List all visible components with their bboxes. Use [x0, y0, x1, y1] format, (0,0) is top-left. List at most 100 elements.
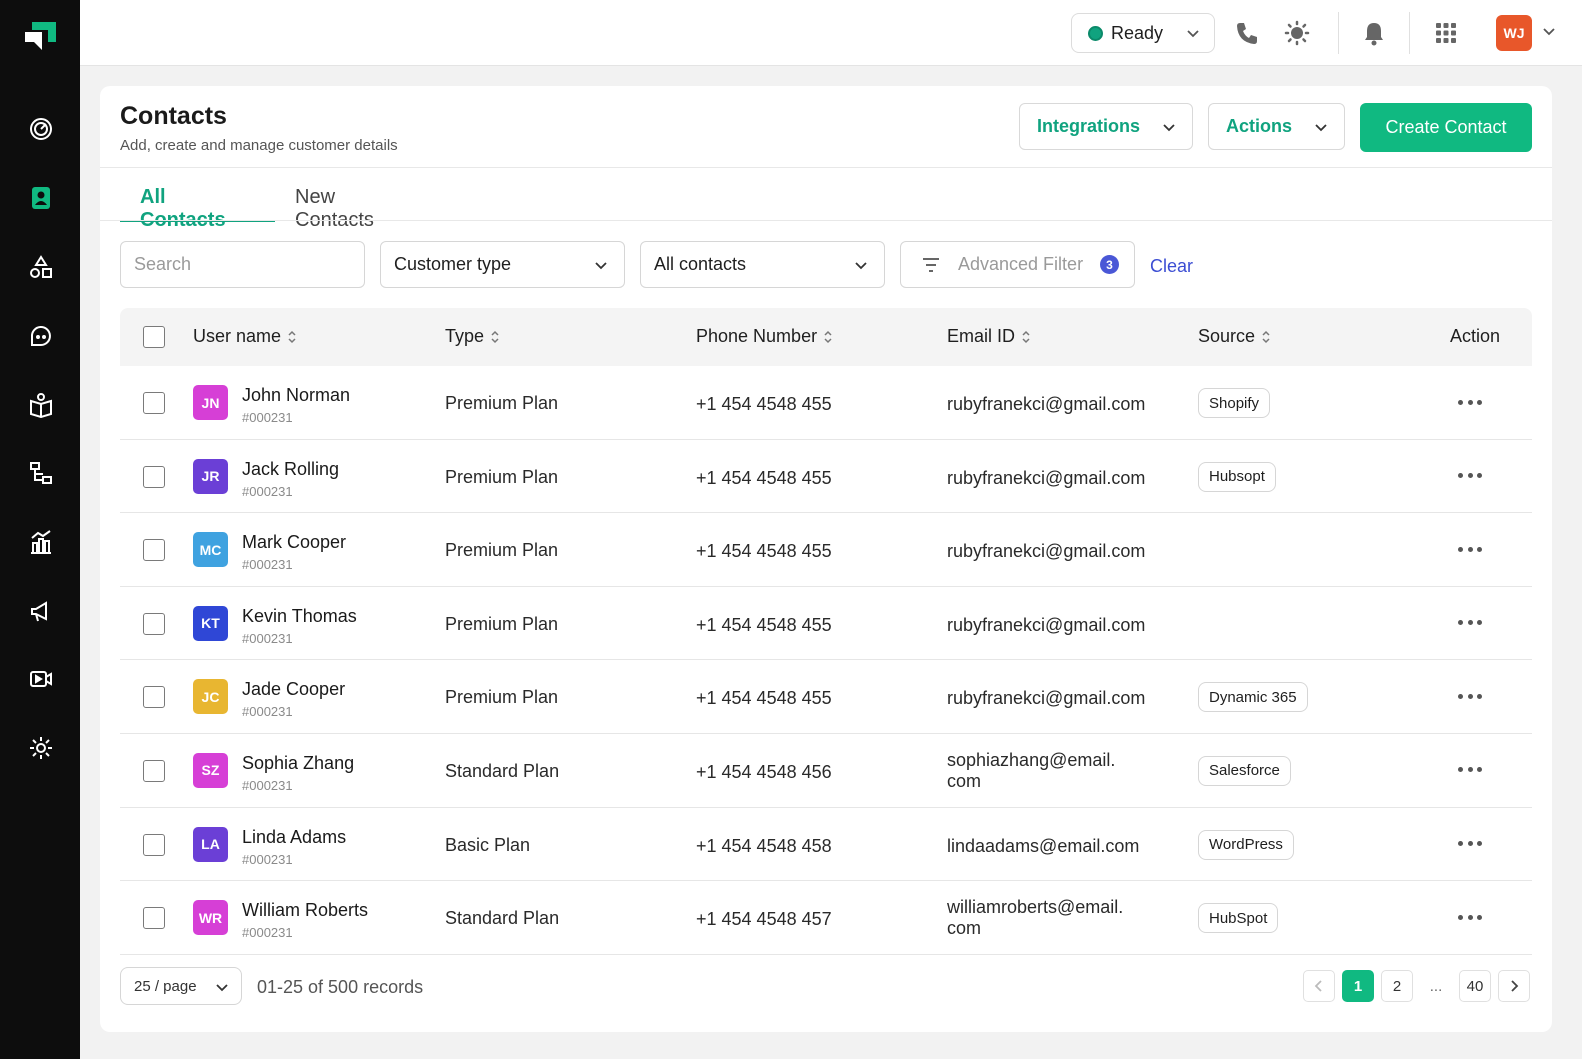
agent-status-select[interactable]: Ready: [1071, 13, 1215, 53]
more-actions-button[interactable]: [1458, 539, 1482, 559]
ellipsis-icon: [1467, 767, 1473, 773]
page-button-2[interactable]: 2: [1381, 970, 1413, 1002]
column-header-email[interactable]: Email ID: [947, 326, 1031, 347]
contact-name[interactable]: Kevin Thomas: [242, 606, 357, 627]
more-actions-button[interactable]: [1458, 907, 1482, 927]
contact-name[interactable]: Mark Cooper: [242, 532, 346, 553]
more-actions-button[interactable]: [1458, 613, 1482, 633]
column-header-type[interactable]: Type: [445, 326, 500, 347]
contact-phone: +1 454 4548 455: [696, 688, 832, 709]
records-count: 01-25 of 500 records: [257, 977, 424, 997]
more-actions-button[interactable]: [1458, 686, 1482, 706]
column-header-username[interactable]: User name: [193, 326, 297, 347]
contact-name[interactable]: Linda Adams: [242, 827, 346, 848]
advanced-filter-label: Advanced Filter: [958, 254, 1084, 274]
clear-filters-link[interactable]: Clear: [1150, 256, 1193, 277]
contacts-scope-select[interactable]: All contacts: [640, 241, 885, 288]
prev-page-button[interactable]: [1303, 970, 1335, 1002]
contact-id: #000231: [242, 630, 293, 646]
row-checkbox[interactable]: [143, 833, 165, 856]
more-actions-button[interactable]: [1458, 760, 1482, 780]
page-size-select[interactable]: 25 / page: [120, 967, 242, 1005]
more-actions-button[interactable]: [1458, 834, 1482, 854]
row-checkbox[interactable]: [143, 392, 165, 414]
advanced-filter-button[interactable]: Advanced Filter 3: [900, 241, 1135, 288]
page-button-1[interactable]: 1: [1342, 970, 1374, 1002]
table-row[interactable]: MC Mark Cooper #000231 Premium Plan +1 454 4…: [120, 513, 1532, 587]
user-avatar[interactable]: WJ: [1496, 15, 1532, 51]
actions-label: Actions: [1226, 116, 1293, 136]
contact-name[interactable]: Jade Cooper: [242, 679, 345, 700]
table-row[interactable]: LA Linda Adams #000231 Basic Plan +1 454 454…: [120, 808, 1532, 882]
row-checkbox[interactable]: [143, 465, 165, 488]
app-logo[interactable]: [22, 18, 60, 54]
row-checkbox[interactable]: [143, 759, 165, 782]
phone-button[interactable]: [1232, 18, 1262, 48]
table-row[interactable]: SZ Sophia Zhang #000231 Standard Plan +1 454…: [120, 734, 1532, 808]
tab-new-contacts[interactable]: New Contacts: [275, 182, 394, 231]
contact-avatar: SZ: [193, 752, 228, 788]
nav-analytics[interactable]: [20, 521, 62, 563]
nav-shapes[interactable]: [20, 246, 62, 288]
table-row[interactable]: JN John Norman #000231 Premium Plan +1 454 4…: [120, 366, 1532, 440]
customer-type-select[interactable]: Customer type: [380, 241, 625, 288]
divider: [1409, 12, 1410, 54]
contacts-scope-value: All contacts: [654, 254, 747, 274]
contact-email: williamroberts@email. com: [947, 897, 1147, 939]
contact-name[interactable]: Jack Rolling: [242, 459, 339, 480]
actions-dropdown[interactable]: Actions: [1208, 103, 1345, 150]
ellipsis-icon: [1477, 399, 1482, 405]
flow-icon: [30, 462, 52, 484]
search-input[interactable]: Search: [120, 241, 365, 288]
sort-icon: [1262, 330, 1270, 343]
source-tag: HubSpot: [1198, 903, 1279, 934]
nav-flow[interactable]: [20, 452, 62, 494]
status-label: Ready: [1111, 22, 1164, 43]
nav-contacts[interactable]: [20, 177, 62, 219]
contact-name[interactable]: Sophia Zhang: [242, 753, 354, 774]
apps-button[interactable]: [1431, 18, 1461, 48]
column-label: Source: [1198, 326, 1256, 346]
nav-video[interactable]: [20, 658, 62, 700]
nav-chat[interactable]: [20, 315, 62, 357]
row-checkbox[interactable]: [143, 686, 165, 709]
column-label: User name: [193, 326, 282, 346]
source-tag: Hubsopt: [1198, 461, 1276, 492]
table-row[interactable]: JC Jade Cooper #000231 Premium Plan +1 454 4…: [120, 660, 1532, 734]
row-checkbox[interactable]: [143, 907, 165, 930]
select-all-checkbox[interactable]: [143, 326, 165, 348]
table-row[interactable]: WR William Roberts #000231 Standard Plan +1 …: [120, 881, 1532, 955]
analytics-icon: [31, 530, 51, 554]
contact-phone: +1 454 4548 455: [696, 541, 832, 562]
table-row[interactable]: KT Kevin Thomas #000231 Premium Plan +1 454 …: [120, 587, 1532, 661]
more-actions-button[interactable]: [1458, 466, 1482, 486]
dashboard-icon: [30, 118, 52, 140]
contact-avatar: JR: [193, 458, 228, 494]
contact-id: #000231: [242, 410, 293, 425]
create-contact-button[interactable]: Create Contact: [1360, 103, 1532, 152]
ellipsis-icon: [1458, 399, 1463, 405]
next-page-button[interactable]: [1498, 970, 1530, 1002]
notifications-button[interactable]: [1359, 18, 1389, 48]
nav-dashboard[interactable]: [20, 108, 62, 150]
row-checkbox[interactable]: [143, 612, 165, 635]
chat-icon: [30, 326, 51, 346]
tab-all-contacts[interactable]: All Contacts: [120, 182, 275, 231]
table-row[interactable]: JR Jack Rolling #000231 Premium Plan +1 454 …: [120, 440, 1532, 514]
nav-knowledge[interactable]: [20, 384, 62, 426]
row-checkbox[interactable]: [143, 539, 165, 562]
chevron-down-icon[interactable]: [1540, 22, 1558, 40]
more-actions-button[interactable]: [1458, 392, 1482, 412]
nav-campaigns[interactable]: [20, 590, 62, 632]
nav-settings[interactable]: [20, 727, 62, 769]
brightness-button[interactable]: [1282, 18, 1312, 48]
chevron-down-icon: [1315, 124, 1327, 132]
contact-name[interactable]: John Norman: [242, 385, 350, 406]
contact-name[interactable]: William Roberts: [242, 900, 368, 921]
integrations-dropdown[interactable]: Integrations: [1019, 103, 1193, 150]
page-button-40[interactable]: 40: [1459, 970, 1491, 1002]
column-header-phone[interactable]: Phone Number: [696, 326, 833, 347]
column-header-source[interactable]: Source: [1198, 326, 1271, 347]
ellipsis-icon: [1467, 620, 1473, 626]
chevron-right-icon: [1511, 980, 1519, 992]
